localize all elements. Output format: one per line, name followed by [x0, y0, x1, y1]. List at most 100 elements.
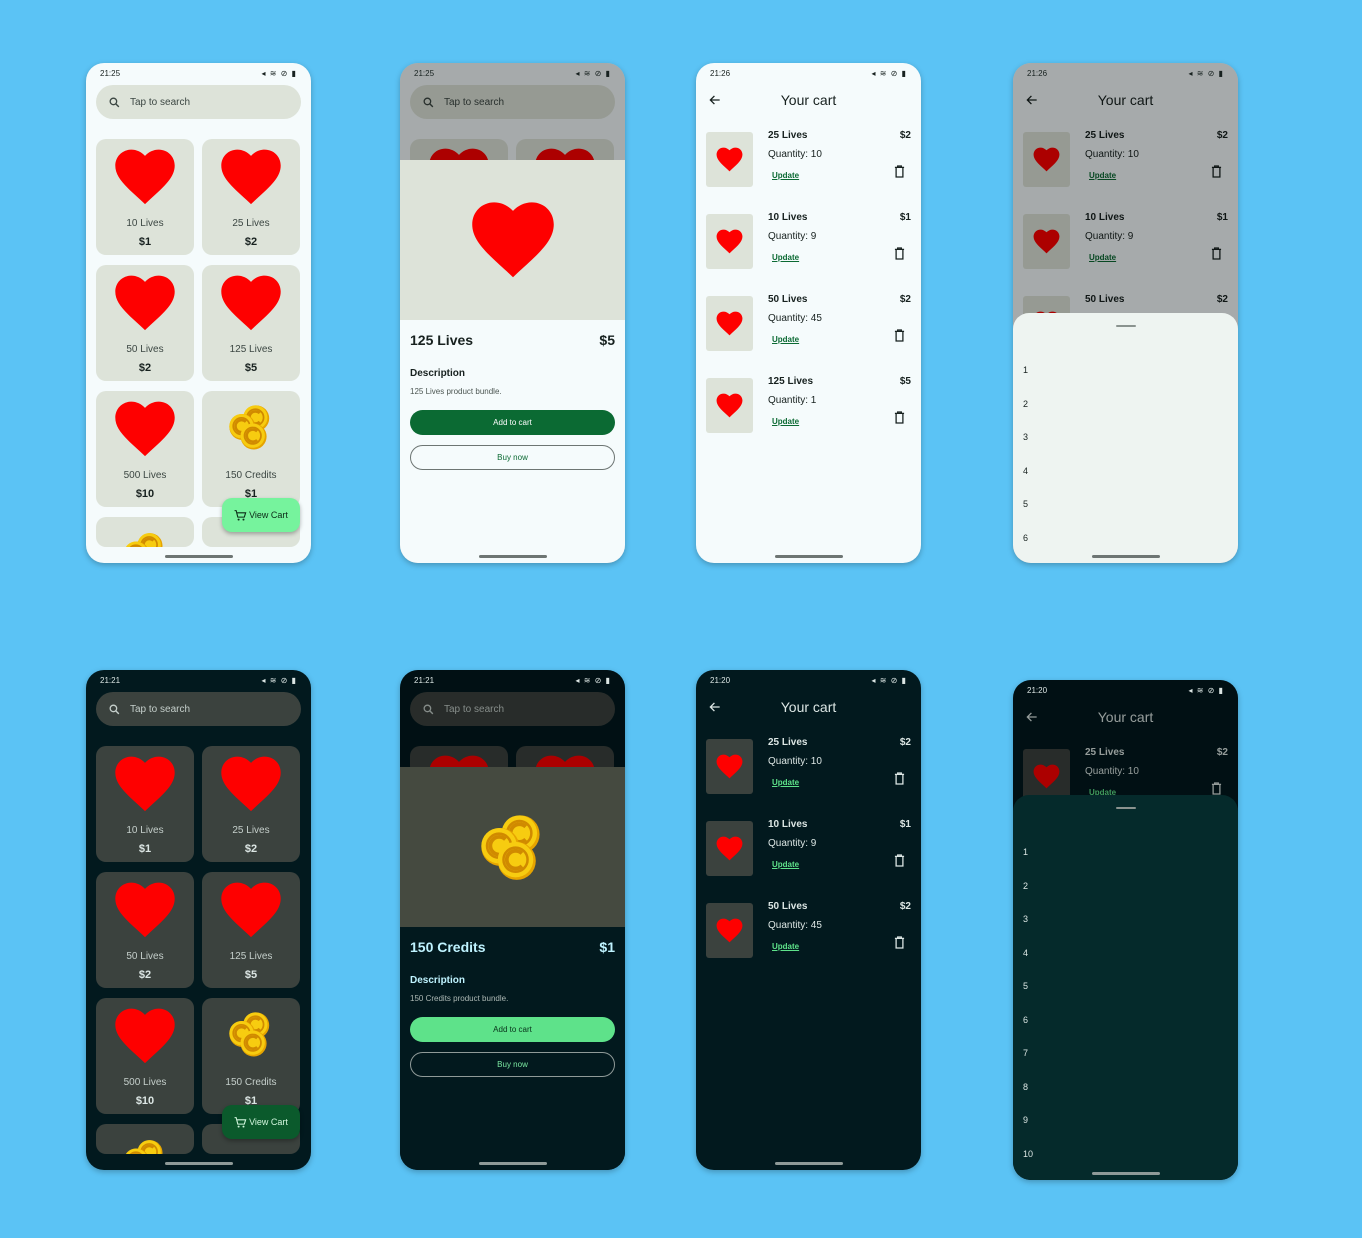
cart-item: 10 Lives $1 Quantity: 9 Update [706, 819, 911, 881]
screen-light-quantity-picker: Your cart 25 Lives $2 Quantity: 10 Updat… [1013, 63, 1238, 563]
view-cart-button[interactable]: View Cart [222, 1105, 300, 1139]
product-card[interactable]: 125 Lives $5 [202, 265, 300, 381]
status-bar: 21:20 ◂ ≋ ⊘ ▮ [696, 670, 921, 690]
product-price: $2 [138, 362, 152, 374]
search-bar[interactable]: Tap to search [96, 692, 301, 726]
heart-icon [114, 273, 176, 333]
status-bar: 21:25 ◂ ≋ ⊘ ▮ [86, 63, 311, 83]
detail-price: $1 [599, 939, 615, 955]
gesture-bar [164, 555, 233, 558]
product-card[interactable]: 10 Lives $1 [96, 746, 194, 862]
quantity-option[interactable]: 8 [1023, 1082, 1028, 1092]
heart-icon [114, 1006, 176, 1066]
product-name: 50 Lives [126, 344, 164, 355]
quantity-option[interactable]: 1 [1023, 365, 1028, 375]
heart-icon [220, 273, 282, 333]
buy-now-button[interactable]: Buy now [410, 445, 615, 470]
product-card[interactable] [96, 517, 194, 547]
quantity-option[interactable]: 4 [1023, 466, 1028, 476]
heart-icon [114, 399, 176, 459]
item-quantity: Quantity: 45 [768, 313, 822, 324]
add-to-cart-button[interactable]: Add to cart [410, 1017, 615, 1042]
trash-icon[interactable] [894, 772, 905, 785]
quantity-option[interactable]: 3 [1023, 914, 1028, 924]
detail-header: 125 Lives $5 [400, 320, 625, 348]
heart-icon [470, 201, 556, 279]
coins-icon [120, 1136, 170, 1154]
status-icons: ◂ ≋ ⊘ ▮ [261, 68, 297, 78]
quantity-option[interactable]: 2 [1023, 881, 1028, 891]
quantity-option[interactable]: 5 [1023, 981, 1028, 991]
update-button[interactable]: Update [772, 417, 799, 426]
product-image [400, 767, 625, 927]
trash-icon[interactable] [894, 854, 905, 867]
update-button[interactable]: Update [772, 942, 799, 951]
product-card[interactable]: 50 Lives $2 [96, 872, 194, 988]
item-thumbnail [706, 132, 753, 187]
quantity-option[interactable]: 6 [1023, 533, 1028, 543]
view-cart-button[interactable]: View Cart [222, 498, 300, 532]
drag-handle[interactable] [1115, 325, 1136, 327]
trash-icon[interactable] [894, 411, 905, 424]
trash-icon[interactable] [894, 165, 905, 178]
product-card[interactable]: 500 Lives $10 [96, 391, 194, 507]
status-bar: 21:21 ◂ ≋ ⊘ ▮ [400, 670, 625, 690]
item-quantity: Quantity: 10 [768, 756, 822, 767]
status-bar: 21:26 ◂ ≋ ⊘ ▮ [696, 63, 921, 83]
product-card[interactable]: 25 Lives $2 [202, 139, 300, 255]
update-button[interactable]: Update [772, 253, 799, 262]
item-thumbnail [706, 821, 753, 876]
back-arrow-icon[interactable] [708, 93, 722, 107]
item-name: 50 Lives [768, 294, 808, 305]
quantity-option[interactable]: 9 [1023, 1115, 1028, 1125]
product-price: $10 [135, 488, 155, 500]
product-price: $2 [138, 969, 152, 981]
status-icons: ◂ ≋ ⊘ ▮ [871, 675, 907, 685]
gesture-bar [774, 1162, 843, 1165]
quantity-option[interactable]: 5 [1023, 499, 1028, 509]
update-button[interactable]: Update [772, 171, 799, 180]
trash-icon[interactable] [894, 936, 905, 949]
product-card[interactable]: 150 Credits $1 [202, 998, 300, 1114]
quantity-option[interactable]: 7 [1023, 1048, 1028, 1058]
quantity-option[interactable]: 4 [1023, 948, 1028, 958]
heart-icon [716, 918, 743, 943]
update-button[interactable]: Update [772, 860, 799, 869]
product-card[interactable]: 125 Lives $5 [202, 872, 300, 988]
product-price: $5 [244, 362, 258, 374]
quantity-option[interactable]: 2 [1023, 399, 1028, 409]
quantity-option[interactable]: 3 [1023, 432, 1028, 442]
screen-light-cart: 21:26 ◂ ≋ ⊘ ▮ Your cart 25 Lives $2 Quan… [696, 63, 921, 563]
search-bar[interactable]: Tap to search [96, 85, 301, 119]
status-icons: ◂ ≋ ⊘ ▮ [871, 68, 907, 78]
item-name: 25 Lives [768, 737, 808, 748]
cart-icon [234, 1116, 247, 1129]
back-arrow-icon[interactable] [708, 700, 722, 714]
product-card[interactable]: 150 Credits $1 [202, 391, 300, 507]
heart-icon [716, 836, 743, 861]
buy-now-button[interactable]: Buy now [410, 1052, 615, 1077]
product-card[interactable]: 25 Lives $2 [202, 746, 300, 862]
gesture-bar [1091, 555, 1160, 558]
update-button[interactable]: Update [772, 335, 799, 344]
add-to-cart-button[interactable]: Add to cart [410, 410, 615, 435]
product-card[interactable]: 50 Lives $2 [96, 265, 194, 381]
search-icon [108, 96, 121, 109]
quantity-option[interactable]: 6 [1023, 1015, 1028, 1025]
screen-dark-cart: 21:20 ◂ ≋ ⊘ ▮ Your cart 25 Lives $2 Quan… [696, 670, 921, 1170]
product-card[interactable]: 10 Lives $1 [96, 139, 194, 255]
detail-name: 150 Credits [410, 939, 486, 955]
product-card[interactable] [96, 1124, 194, 1154]
item-quantity: Quantity: 9 [768, 838, 817, 849]
quantity-option[interactable]: 10 [1023, 1149, 1033, 1159]
product-price: $1 [138, 843, 152, 855]
trash-icon[interactable] [894, 247, 905, 260]
item-price: $1 [899, 819, 911, 830]
update-button[interactable]: Update [772, 778, 799, 787]
trash-icon[interactable] [894, 329, 905, 342]
product-card[interactable]: 500 Lives $10 [96, 998, 194, 1114]
quantity-option[interactable]: 1 [1023, 847, 1028, 857]
drag-handle[interactable] [1115, 807, 1136, 809]
gesture-bar [164, 1162, 233, 1165]
item-quantity: Quantity: 45 [768, 920, 822, 931]
